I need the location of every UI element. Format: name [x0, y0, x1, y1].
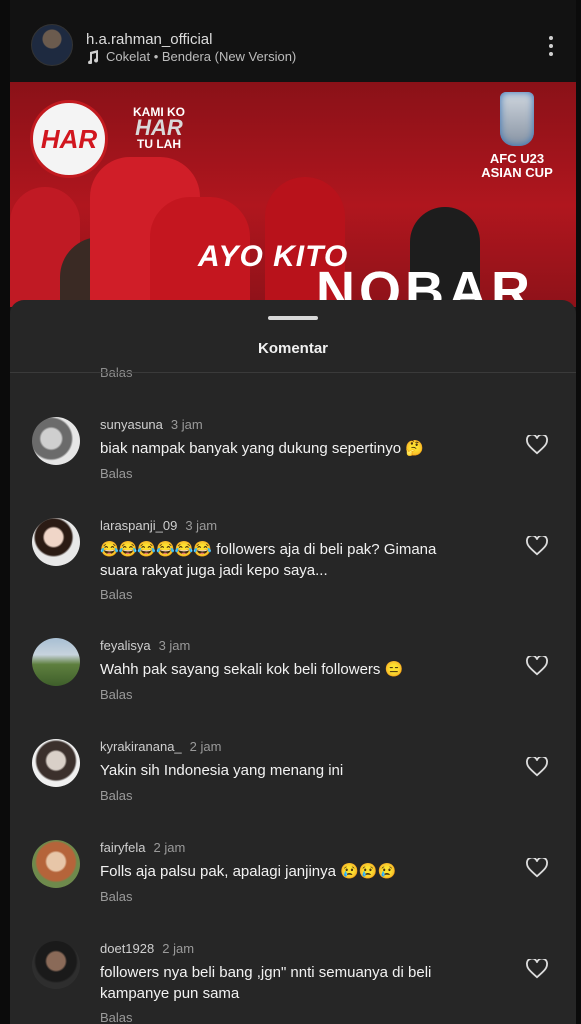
- sheet-title: Komentar: [257, 340, 328, 357]
- afc-u23-logo: AFC U23 ASIAN CUP: [478, 92, 556, 180]
- heart-outline-icon[interactable]: [526, 536, 548, 556]
- comment-username[interactable]: doet1928 2 jam: [100, 941, 194, 956]
- comment-text: 😂😂😂😂😂😂 followers aja di beli pak? Gimana…: [100, 541, 437, 579]
- drag-handle[interactable]: [268, 316, 318, 320]
- kami-ko-har-logo: KAMI KO HAR TU LAH: [133, 105, 185, 151]
- app-frame: h.a.rahman_official Cokelat • Bendera (N…: [10, 0, 576, 1024]
- reply-button[interactable]: Balas: [100, 587, 133, 602]
- har-logo: HAR: [30, 100, 108, 178]
- reply-button[interactable]: Balas: [100, 889, 133, 904]
- heart-outline-icon[interactable]: [526, 757, 548, 777]
- music-note-icon: [88, 49, 99, 64]
- reply-button[interactable]: Balas: [100, 466, 133, 481]
- post-username[interactable]: h.a.rahman_official: [86, 31, 212, 48]
- comment-username[interactable]: laraspanji_09 3 jam: [100, 518, 217, 533]
- avatar[interactable]: [32, 638, 80, 686]
- heart-outline-icon[interactable]: [526, 959, 548, 979]
- avatar[interactable]: [32, 840, 80, 888]
- comment-text: Yakin sih Indonesia yang menang ini: [100, 762, 344, 779]
- comment-username[interactable]: fairyfela 2 jam: [100, 840, 185, 855]
- reply-button[interactable]: Balas: [100, 687, 133, 702]
- music-info[interactable]: Cokelat • Bendera (New Version): [86, 49, 296, 64]
- avatar[interactable]: [32, 739, 80, 787]
- music-title: Cokelat • Bendera (New Version): [106, 49, 297, 64]
- reply-button[interactable]: Balas: [100, 788, 133, 803]
- divider: [10, 372, 576, 373]
- more-vertical-icon[interactable]: [548, 36, 554, 56]
- trophy-icon: [500, 92, 534, 146]
- comment-text: followers nya beli bang ,jgn" nnti semua…: [100, 964, 432, 1002]
- comment-text: Folls aja palsu pak, apalagi janjinya 😢😢…: [100, 863, 397, 880]
- comment-username[interactable]: feyalisya 3 jam: [100, 638, 190, 653]
- heart-outline-icon[interactable]: [526, 656, 548, 676]
- heart-outline-icon[interactable]: [526, 858, 548, 878]
- post-image: HAR KAMI KO HAR TU LAH AFC U23 ASIAN CUP…: [10, 82, 576, 307]
- profile-avatar[interactable]: [31, 24, 73, 66]
- comments-sheet: Komentar Balas sunyasuna 3 jam biak nampa…: [10, 300, 576, 1024]
- comment-text: Wahh pak sayang sekali kok beli follower…: [100, 661, 404, 678]
- comment-text: biak nampak banyak yang dukung sepertiny…: [100, 440, 424, 457]
- reply-button[interactable]: Balas: [100, 1010, 133, 1024]
- heart-outline-icon[interactable]: [526, 435, 548, 455]
- avatar[interactable]: [32, 417, 80, 465]
- post-header: h.a.rahman_official Cokelat • Bendera (N…: [10, 0, 576, 82]
- comment-username[interactable]: kyrakiranana_ 2 jam: [100, 739, 221, 754]
- comment-username[interactable]: sunyasuna 3 jam: [100, 417, 203, 432]
- avatar[interactable]: [32, 518, 80, 566]
- avatar[interactable]: [32, 941, 80, 989]
